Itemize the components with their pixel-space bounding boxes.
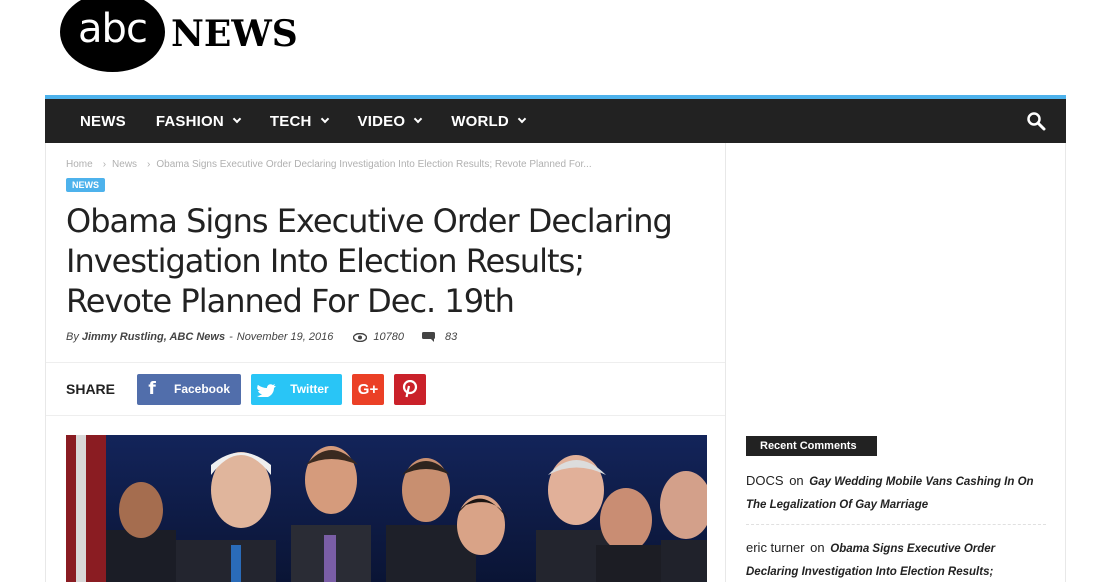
nav-item-fashion[interactable]: FASHION bbox=[155, 112, 242, 130]
logo-abc-oval: abc bbox=[60, 0, 165, 72]
chevron-down-icon bbox=[320, 114, 329, 124]
recent-comment-item: DOCS on Gay Wedding Mobile Vans Cashing … bbox=[746, 470, 1046, 516]
sidebar: Recent Comments DOCS on Gay Wedding Mobi… bbox=[726, 143, 1066, 582]
recent-comment-item: eric turner on Obama Signs Executive Ord… bbox=[746, 537, 1046, 582]
category-tag[interactable]: NEWS bbox=[66, 178, 105, 192]
googleplus-share-button[interactable]: G+ bbox=[352, 373, 385, 405]
recent-comments-title: Recent Comments bbox=[746, 436, 877, 456]
article-featured-image[interactable] bbox=[66, 435, 707, 582]
chevron-down-icon bbox=[517, 114, 527, 124]
pinterest-icon bbox=[402, 380, 418, 398]
twitter-label: Twitter bbox=[290, 382, 329, 396]
comment-author[interactable]: DOCS bbox=[746, 473, 784, 488]
breadcrumb-separator-icon: › bbox=[102, 159, 107, 170]
facebook-label: Facebook bbox=[174, 382, 231, 396]
eye-icon bbox=[353, 332, 368, 342]
article-title: Obama Signs Executive Order Declaring In… bbox=[66, 202, 673, 320]
article-column: Home › News › Obama Signs Executive Order De… bbox=[45, 143, 726, 582]
facebook-icon: f bbox=[148, 379, 156, 399]
share-bar: SHARE f Facebook Twitter G+ bbox=[46, 362, 725, 416]
date-separator: - bbox=[229, 331, 233, 343]
breadcrumb-home[interactable]: Home bbox=[66, 159, 93, 170]
photo-illustration bbox=[66, 435, 707, 582]
nav-item-video[interactable]: VIDEO bbox=[357, 112, 423, 130]
comment-bubble-icon[interactable] bbox=[421, 332, 435, 342]
twitter-share-button[interactable]: Twitter bbox=[251, 373, 343, 405]
nav-item-tech[interactable]: TECH bbox=[269, 112, 329, 130]
site-logo[interactable]: abc NEWS bbox=[60, 0, 298, 72]
nav-item-label: NEWS bbox=[80, 112, 126, 130]
breadcrumb-current: Obama Signs Executive Order Declaring In… bbox=[156, 159, 592, 170]
main-nav: NEWS FASHION TECH VIDEO WORLD bbox=[45, 95, 1066, 143]
view-count: 10780 bbox=[373, 331, 404, 343]
nav-item-label: FASHION bbox=[155, 112, 224, 130]
googleplus-icon: G+ bbox=[357, 380, 379, 398]
comment-on-label: on bbox=[789, 473, 804, 488]
chevron-down-icon bbox=[232, 114, 242, 124]
nav-item-world[interactable]: WORLD bbox=[451, 112, 527, 130]
twitter-icon bbox=[257, 384, 277, 397]
search-icon[interactable] bbox=[1026, 111, 1046, 131]
publish-date: November 19, 2016 bbox=[236, 331, 334, 343]
nav-item-news[interactable]: NEWS bbox=[80, 113, 126, 130]
breadcrumb: Home › News › Obama Signs Executive Order De… bbox=[66, 159, 596, 170]
nav-item-label: TECH bbox=[269, 112, 312, 130]
comment-on-label: on bbox=[810, 540, 825, 555]
chevron-down-icon bbox=[413, 114, 423, 124]
byline-prefix: By bbox=[66, 331, 79, 343]
article-meta: By Jimmy Rustling, ABC News - November 1… bbox=[66, 331, 457, 343]
logo-news-text: NEWS bbox=[171, 13, 298, 55]
facebook-share-button[interactable]: f Facebook bbox=[137, 373, 242, 405]
author-link[interactable]: Jimmy Rustling, ABC News bbox=[82, 331, 225, 343]
pinterest-share-button[interactable] bbox=[394, 373, 427, 405]
comment-count[interactable]: 83 bbox=[445, 331, 457, 343]
nav-item-label: VIDEO bbox=[357, 112, 406, 130]
comment-author[interactable]: eric turner bbox=[746, 540, 805, 555]
breadcrumb-separator-icon: › bbox=[147, 159, 151, 170]
share-label: SHARE bbox=[66, 381, 116, 397]
nav-item-label: WORLD bbox=[451, 112, 509, 130]
breadcrumb-section[interactable]: News bbox=[112, 159, 137, 170]
comment-divider bbox=[746, 524, 1046, 525]
